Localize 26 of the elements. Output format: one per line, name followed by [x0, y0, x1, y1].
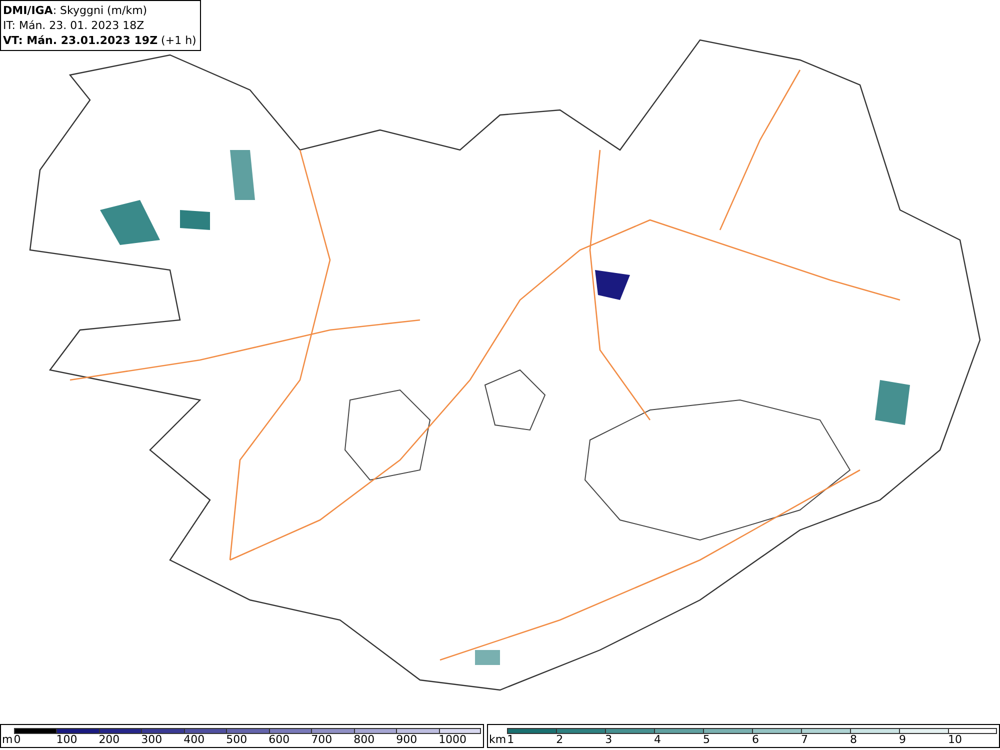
legend-label: 3: [605, 734, 614, 746]
legend-label: 100: [56, 734, 78, 746]
info-text: DMI/IGA: Skyggni (m/km): [3, 3, 148, 18]
legend-label: 9: [898, 734, 907, 746]
legend-label: 300: [141, 734, 164, 746]
info-text: IT: Mán. 23. 01. 2023 18Z: [3, 18, 146, 33]
legend-label: 1000: [438, 734, 468, 746]
legend-label: 5: [703, 734, 712, 746]
legend-label: 400: [184, 734, 206, 746]
legend-label: 8: [850, 734, 858, 746]
legend-label: 600: [268, 734, 291, 746]
legend-label: 500: [226, 734, 248, 746]
legend-label: 800: [354, 734, 376, 746]
legend-label: 4: [654, 734, 662, 746]
legend-unit: km: [489, 734, 506, 746]
legend-label: 0: [14, 734, 22, 746]
legend-label: 1: [507, 734, 516, 746]
legend-label: 7: [801, 734, 809, 746]
legend-label: 10: [948, 734, 963, 746]
legend-label: 2: [556, 734, 564, 746]
legend-label: 900: [396, 734, 418, 746]
legend-label: 6: [752, 734, 760, 746]
legend-label: 200: [98, 734, 121, 746]
info-text: VT: Mán. 23.01.2023 19Z (+1 h): [3, 33, 196, 48]
legend-unit: m: [2, 734, 13, 746]
legend-label: 700: [311, 734, 334, 746]
